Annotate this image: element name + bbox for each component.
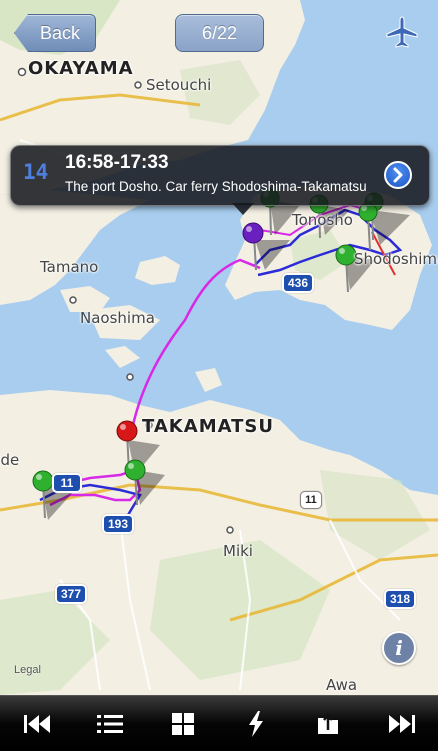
skip-back-icon[interactable] — [14, 701, 60, 747]
export-icon[interactable] — [306, 701, 352, 747]
place-shodoshima: Shodoshima — [354, 250, 438, 268]
page-indicator: 6/22 — [175, 14, 264, 52]
route-shield: 193 — [102, 514, 135, 534]
route-shield: 436 — [282, 273, 315, 293]
list-icon[interactable] — [87, 701, 133, 747]
skip-forward-icon[interactable] — [379, 701, 425, 747]
lightning-icon[interactable] — [233, 701, 279, 747]
legal-link[interactable]: Legal — [14, 664, 41, 676]
place-takamatsu: TAKAMATSU — [142, 416, 274, 437]
place-miki: Miki — [223, 542, 253, 560]
place-okayama: OKAYAMA — [28, 58, 134, 79]
map-view[interactable]: OKAYAMA Setouchi Tonosho Shodoshima Tama… — [0, 0, 438, 695]
bottom-toolbar — [0, 695, 438, 751]
callout-description: The port Dosho. Car ferry Shodoshima-Tak… — [65, 179, 367, 194]
chevron-right-icon[interactable] — [384, 161, 412, 189]
place-awa: Awa — [326, 676, 358, 694]
grid-icon[interactable] — [160, 701, 206, 747]
route-shield: 11 — [300, 491, 322, 509]
route-shield: 377 — [55, 584, 88, 604]
back-button[interactable]: Back — [14, 14, 96, 52]
route-shield: 11 — [52, 473, 82, 493]
place-naoshima: Naoshima — [80, 309, 155, 327]
info-button[interactable]: i — [382, 631, 416, 665]
place-tonosho: Tonosho — [292, 211, 353, 229]
route-shield: 318 — [384, 589, 417, 609]
place-sakaide: Sakaide — [0, 451, 20, 469]
callout-index: 14 — [23, 160, 49, 184]
annotation-callout[interactable]: 14 16:58-17:33 The port Dosho. Car ferry… — [10, 145, 430, 206]
airplane-icon[interactable] — [384, 14, 420, 50]
callout-pointer — [232, 203, 254, 215]
place-tamano: Tamano — [40, 258, 99, 276]
place-setouchi: Setouchi — [146, 76, 212, 94]
callout-time: 16:58-17:33 — [65, 152, 169, 173]
